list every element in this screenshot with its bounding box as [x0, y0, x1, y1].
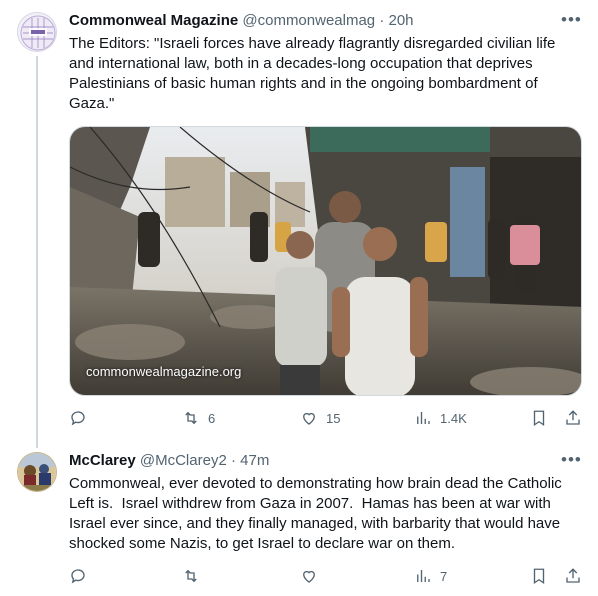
avatar[interactable] [17, 12, 57, 52]
retweet-button[interactable]: 6 [182, 408, 215, 428]
tweet-text: The Editors: "Israeli forces have alread… [69, 35, 560, 112]
like-icon [303, 570, 315, 583]
views-icon [417, 570, 430, 582]
retweet-icon [185, 411, 197, 425]
like-button[interactable] [300, 566, 326, 586]
tweet-actions: 7 [69, 566, 584, 586]
timestamp[interactable]: 47m [240, 452, 269, 469]
avatar[interactable] [17, 452, 57, 492]
author-name[interactable]: Commonweal Magazine [69, 12, 238, 29]
tweet-text: Commonweal, ever devoted to demonstratin… [69, 475, 566, 552]
tweet-header: Commonweal Magazine @commonwealmag · 20h [69, 11, 414, 31]
views-button[interactable]: 7 [414, 566, 447, 586]
reply-button[interactable] [69, 408, 95, 428]
reply-button[interactable] [69, 566, 95, 586]
retweet-button[interactable] [182, 566, 208, 586]
separator: · [230, 452, 236, 469]
retweet-icon [185, 569, 197, 583]
author-name[interactable]: McClarey [69, 452, 136, 469]
view-count: 1.4K [440, 410, 467, 426]
reply-icon [71, 411, 85, 426]
bookmark-icon [533, 568, 545, 585]
separator: · [379, 12, 385, 29]
tweet-header: McClarey @McClarey2 · 47m [69, 451, 269, 471]
more-icon[interactable]: ••• [561, 11, 581, 33]
like-button[interactable]: 15 [300, 408, 340, 428]
tweet[interactable]: Commonweal Magazine @commonwealmag · 20h… [0, 0, 598, 440]
share-button[interactable] [564, 566, 582, 586]
more-icon[interactable]: ••• [561, 451, 581, 473]
views-icon [417, 412, 430, 424]
share-icon [566, 568, 580, 583]
retweet-count: 6 [208, 410, 216, 426]
media-image[interactable] [69, 126, 582, 396]
like-count: 15 [326, 410, 341, 426]
bookmark-button[interactable] [530, 408, 548, 428]
author-handle[interactable]: @McClarey2 [140, 452, 227, 469]
share-icon [566, 410, 580, 425]
view-count: 7 [440, 568, 448, 584]
bookmark-icon [533, 410, 545, 427]
author-handle[interactable]: @commonwealmag [242, 12, 375, 29]
share-button[interactable] [564, 408, 582, 428]
tweet-actions: 6 15 1.4K [69, 408, 584, 428]
like-icon [303, 412, 315, 425]
reply-icon [71, 569, 85, 584]
views-button[interactable]: 1.4K [414, 408, 467, 428]
media-caption: commonwealmagazine.org [86, 364, 242, 379]
timestamp[interactable]: 20h [389, 12, 414, 29]
bookmark-button[interactable] [530, 566, 548, 586]
